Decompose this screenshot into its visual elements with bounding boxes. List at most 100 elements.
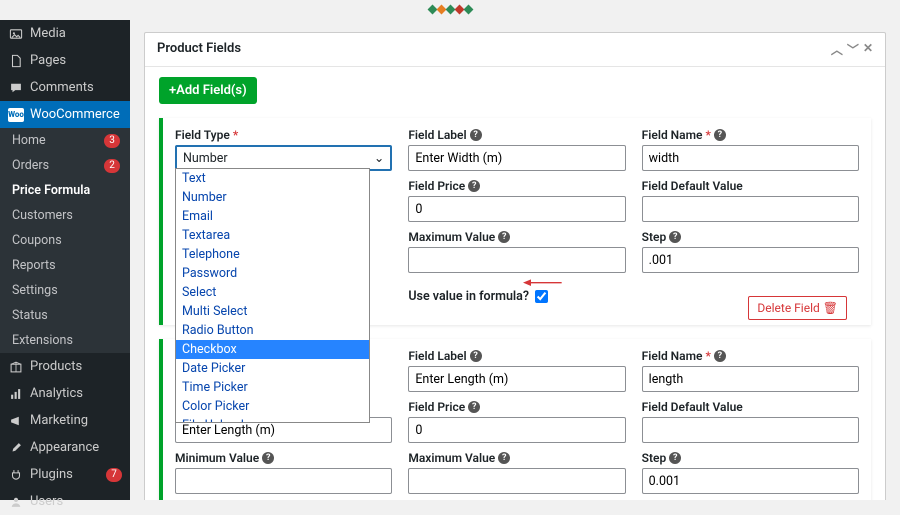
field-name-label: Field Name (642, 349, 703, 363)
help-icon[interactable]: ? (470, 350, 482, 362)
product-fields-panel: Product Fields ︿ ﹀ ✕ +Add Field(s) Field… (144, 32, 886, 500)
plugin-icon (8, 468, 24, 482)
user-icon (8, 495, 24, 509)
sidebar-subitem-label: Reports (12, 258, 56, 273)
dropdown-option-email[interactable]: Email (176, 207, 369, 226)
sidebar-item-plugins[interactable]: Plugins7 (0, 461, 130, 488)
sidebar-subitem-label: Customers (12, 208, 73, 223)
sidebar-item-label: WooCommerce (30, 107, 120, 122)
sidebar-item-analytics[interactable]: Analytics (0, 380, 130, 407)
step-label: Step (642, 230, 667, 244)
sidebar-item-label: Pages (30, 53, 66, 68)
dropdown-option-multi-select[interactable]: Multi Select (176, 302, 369, 321)
dropdown-option-date-picker[interactable]: Date Picker (176, 359, 369, 378)
sidebar-subitem-label: Orders (12, 158, 49, 173)
sidebar-subitem-settings[interactable]: Settings (0, 278, 130, 303)
sidebar-item-marketing[interactable]: Marketing (0, 407, 130, 434)
sidebar-item-label: Analytics (30, 386, 83, 401)
field-price-input[interactable] (408, 196, 625, 222)
sidebar-subitem-label: Extensions (12, 333, 73, 348)
field-label-input[interactable] (408, 145, 625, 171)
dropdown-option-color-picker[interactable]: Color Picker (176, 397, 369, 416)
delete-field-label: Delete Field (757, 301, 819, 315)
sidebar-subitem-extensions[interactable]: Extensions (0, 328, 130, 353)
page-icon (8, 54, 24, 68)
sidebar-item-label: Users (30, 494, 63, 509)
help-icon[interactable]: ? (262, 452, 274, 464)
field-price-input[interactable] (408, 417, 625, 443)
sidebar-subitem-label: Settings (12, 283, 58, 298)
field-default-input[interactable] (642, 196, 859, 222)
sidebar-subitem-reports[interactable]: Reports (0, 253, 130, 278)
sidebar-subitem-orders[interactable]: Orders2 (0, 153, 130, 178)
panel-title: Product Fields (157, 41, 241, 58)
dropdown-option-telephone[interactable]: Telephone (176, 245, 369, 264)
panel-collapse-down-icon[interactable]: ﹀ (847, 41, 859, 58)
megaphone-icon (8, 414, 24, 428)
sidebar-item-media[interactable]: Media (0, 20, 130, 47)
help-icon[interactable]: ? (669, 452, 681, 464)
help-icon[interactable]: ? (468, 180, 480, 192)
dropdown-option-radio-button[interactable]: Radio Button (176, 321, 369, 340)
max-value-label: Maximum Value (408, 451, 495, 465)
dropdown-option-password[interactable]: Password (176, 264, 369, 283)
field-label-input[interactable] (408, 366, 625, 392)
panel-collapse-up-icon[interactable]: ︿ (831, 41, 843, 58)
field-type-label: Field Type (175, 128, 230, 142)
field-name-input[interactable] (642, 366, 859, 392)
sidebar-item-appearance[interactable]: Appearance (0, 434, 130, 461)
woo-icon: Woo (8, 108, 24, 122)
sidebar-item-products[interactable]: Products (0, 353, 130, 380)
min-value-label: Minimum Value (175, 451, 259, 465)
dropdown-option-select[interactable]: Select (176, 283, 369, 302)
sidebar-subitem-price-formula[interactable]: Price Formula (0, 178, 130, 203)
panel-close-icon[interactable]: ✕ (863, 41, 873, 58)
field-default-label: Field Default Value (642, 179, 743, 193)
help-icon[interactable]: ? (498, 231, 510, 243)
sidebar-item-label: Media (30, 26, 66, 41)
sidebar-subitem-label: Home (12, 133, 46, 148)
add-fields-button[interactable]: +Add Field(s) (159, 77, 257, 104)
help-icon[interactable]: ? (468, 401, 480, 413)
dropdown-option-text[interactable]: Text (176, 169, 369, 188)
dropdown-option-file-upload[interactable]: File Upload (176, 416, 369, 423)
help-icon[interactable]: ? (714, 129, 726, 141)
sidebar-subitem-home[interactable]: Home3 (0, 128, 130, 153)
admin-sidebar: MediaPagesCommentsWooWooCommerce Home3Or… (0, 20, 130, 500)
decor-diamonds (428, 2, 473, 17)
sidebar-item-label: Products (30, 359, 82, 374)
sidebar-subitem-status[interactable]: Status (0, 303, 130, 328)
sidebar-subitem-coupons[interactable]: Coupons (0, 228, 130, 253)
min-value-input[interactable] (175, 468, 392, 494)
dropdown-option-checkbox[interactable]: Checkbox (176, 340, 369, 359)
use-formula-checkbox[interactable] (535, 290, 548, 303)
step-input[interactable] (642, 247, 859, 273)
use-formula-label: Use value in formula? (408, 289, 529, 304)
comment-icon (8, 81, 24, 95)
sidebar-item-label: Comments (30, 80, 94, 95)
sidebar-item-comments[interactable]: Comments (0, 74, 130, 101)
sidebar-item-users[interactable]: Users (0, 488, 130, 515)
help-icon[interactable]: ? (714, 350, 726, 362)
sidebar-subitem-customers[interactable]: Customers (0, 203, 130, 228)
field-type-dropdown[interactable]: TextNumberEmailTextareaTelephonePassword… (175, 168, 370, 423)
sidebar-item-pages[interactable]: Pages (0, 47, 130, 74)
help-icon[interactable]: ? (669, 231, 681, 243)
sidebar-item-label: Plugins (30, 467, 73, 482)
field-default-input[interactable] (642, 417, 859, 443)
max-value-input[interactable] (408, 468, 625, 494)
step-input[interactable] (642, 468, 859, 494)
help-icon[interactable]: ? (498, 452, 510, 464)
dropdown-option-time-picker[interactable]: Time Picker (176, 378, 369, 397)
delete-field-button[interactable]: Delete Field 🗑 (748, 296, 847, 320)
help-icon[interactable]: ? (470, 129, 482, 141)
package-icon (8, 360, 24, 374)
sidebar-item-woocommerce[interactable]: Woo WooCommerce (0, 101, 130, 128)
trash-icon: 🗑 (823, 301, 838, 315)
field-label-label: Field Label (408, 349, 466, 363)
dropdown-option-textarea[interactable]: Textarea (176, 226, 369, 245)
sidebar-subitem-label: Coupons (12, 233, 62, 248)
max-value-input[interactable] (408, 247, 625, 273)
field-name-input[interactable] (642, 145, 859, 171)
dropdown-option-number[interactable]: Number (176, 188, 369, 207)
